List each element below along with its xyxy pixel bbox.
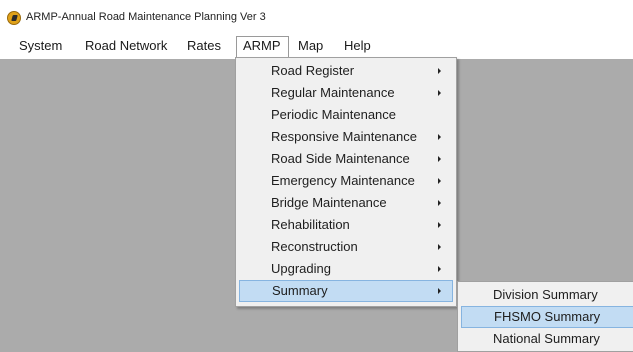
menu-help[interactable]: Help (340, 36, 375, 57)
menu-item-label: Bridge Maintenance (271, 195, 387, 210)
menu-bar: System Road Network Rates ARMP Map Help (0, 33, 633, 59)
submenu-item-label: National Summary (493, 331, 600, 346)
submenu-item-label: FHSMO Summary (494, 309, 601, 324)
menu-item-reconstruction[interactable]: Reconstruction (239, 236, 453, 258)
menu-rates[interactable]: Rates (183, 36, 225, 57)
title-bar: ARMP-Annual Road Maintenance Planning Ve… (0, 0, 633, 33)
menu-system[interactable]: System (15, 36, 66, 57)
menu-item-rehabilitation[interactable]: Rehabilitation (239, 214, 453, 236)
menu-item-bridge-maintenance[interactable]: Bridge Maintenance (239, 192, 453, 214)
menu-item-road-register[interactable]: Road Register (239, 60, 453, 82)
menu-item-responsive-maintenance[interactable]: Responsive Maintenance (239, 126, 453, 148)
menu-item-label: Rehabilitation (271, 217, 350, 232)
submenu-item-national-summary[interactable]: National Summary (461, 328, 633, 350)
submenu-arrow-icon (438, 222, 441, 228)
menu-item-label: Periodic Maintenance (271, 107, 397, 122)
menu-item-label: Road Side Maintenance (271, 151, 410, 166)
menu-map[interactable]: Map (294, 36, 327, 57)
submenu-arrow-icon (438, 288, 441, 294)
submenu-arrow-icon (438, 68, 441, 74)
submenu-item-label: Division Summary (493, 287, 598, 302)
menu-item-label: Regular Maintenance (271, 85, 395, 100)
submenu-item-fhsmo-summary[interactable]: FHSMO Summary (461, 306, 633, 328)
menu-item-emergency-maintenance[interactable]: Emergency Maintenance (239, 170, 453, 192)
submenu-arrow-icon (438, 90, 441, 96)
menu-item-label: Road Register (271, 63, 355, 78)
menu-armp[interactable]: ARMP (236, 36, 289, 58)
menu-item-regular-maintenance[interactable]: Regular Maintenance (239, 82, 453, 104)
menu-item-label: Emergency Maintenance (271, 173, 415, 188)
submenu-arrow-icon (438, 178, 441, 184)
submenu-arrow-icon (438, 244, 441, 250)
submenu-item-division-summary[interactable]: Division Summary (461, 284, 633, 306)
submenu-arrow-icon (438, 200, 441, 206)
submenu-arrow-icon (438, 134, 441, 140)
submenu-arrow-icon (438, 156, 441, 162)
window-title: ARMP-Annual Road Maintenance Planning Ve… (26, 11, 266, 23)
summary-submenu: Division Summary FHSMO Summary National … (457, 281, 633, 352)
menu-item-label: Responsive Maintenance (271, 129, 417, 144)
app-logo-icon (7, 11, 21, 25)
menu-item-road-side-maintenance[interactable]: Road Side Maintenance (239, 148, 453, 170)
menu-item-summary[interactable]: Summary (239, 280, 453, 302)
menu-item-label: Upgrading (271, 261, 331, 276)
submenu-arrow-icon (438, 266, 441, 272)
menu-road-network[interactable]: Road Network (81, 36, 171, 57)
menu-item-label: Summary (272, 283, 328, 298)
armp-dropdown-menu: Road Register Regular Maintenance Period… (235, 57, 457, 307)
menu-item-upgrading[interactable]: Upgrading (239, 258, 453, 280)
menu-item-periodic-maintenance[interactable]: Periodic Maintenance (239, 104, 453, 126)
menu-item-label: Reconstruction (271, 239, 358, 254)
